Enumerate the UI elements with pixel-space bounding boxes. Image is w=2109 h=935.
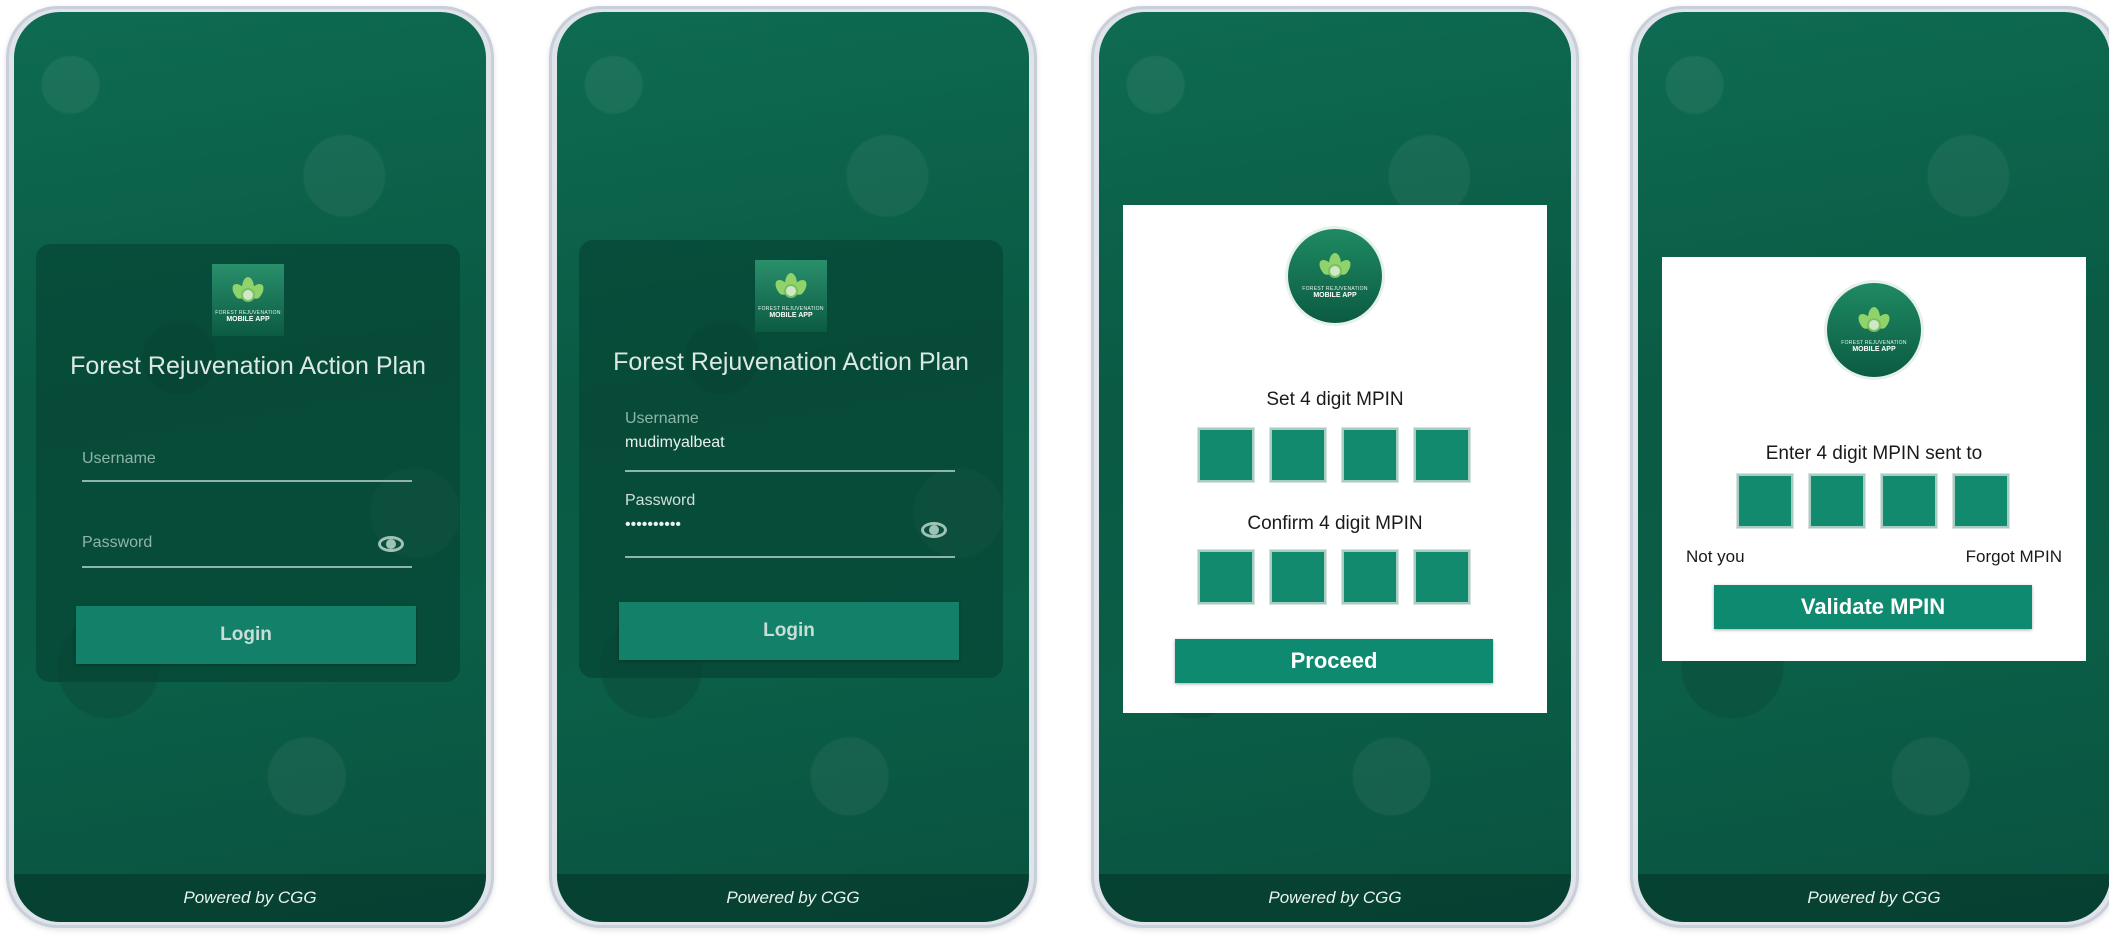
phone-login-filled: FOREST REJUVENATION MOBILE APP Forest Re…	[549, 6, 1037, 928]
username-field[interactable]: Username mudimyalbeat	[625, 410, 955, 474]
set-mpin-label: Set 4 digit MPIN	[1266, 389, 1404, 410]
phone-login-empty: FOREST REJUVENATION MOBILE APP Forest Re…	[6, 6, 494, 928]
login-button[interactable]: Login	[76, 606, 416, 664]
screen-background: FOREST REJUVENATION MOBILE APP Set 4 dig…	[1099, 12, 1571, 922]
set-mpin-panel: FOREST REJUVENATION MOBILE APP Set 4 dig…	[1123, 205, 1547, 713]
mpin-digit-input[interactable]	[1413, 427, 1471, 483]
login-button[interactable]: Login	[619, 602, 959, 660]
logo-line2: MOBILE APP	[769, 312, 813, 319]
logo-line2: MOBILE APP	[226, 316, 270, 323]
username-placeholder: Username	[82, 450, 156, 467]
mpin-digit-input[interactable]	[1197, 427, 1255, 483]
login-card: FOREST REJUVENATION MOBILE APP Forest Re…	[36, 244, 460, 682]
emblem-icon	[229, 277, 267, 307]
username-underline	[625, 470, 955, 472]
app-logo-icon: FOREST REJUVENATION MOBILE APP	[1288, 229, 1382, 323]
password-value: ••••••••••	[625, 516, 682, 533]
confirm-digit-input[interactable]	[1269, 549, 1327, 605]
page-title: Forest Rejuvenation Action Plan	[613, 348, 969, 376]
phone-set-mpin: FOREST REJUVENATION MOBILE APP Set 4 dig…	[1091, 6, 1579, 928]
mpin-digit-input[interactable]	[1341, 427, 1399, 483]
mpin-digit-input[interactable]	[1952, 473, 2010, 529]
footer-credit: Powered by CGG	[1638, 874, 2109, 922]
mpin-digit-input[interactable]	[1269, 427, 1327, 483]
mpin-digit-input[interactable]	[1880, 473, 1938, 529]
validate-mpin-button[interactable]: Validate MPIN	[1714, 585, 2032, 629]
password-placeholder: Password	[82, 534, 153, 551]
confirm-mpin-label: Confirm 4 digit MPIN	[1247, 513, 1423, 534]
username-value: mudimyalbeat	[625, 434, 725, 451]
confirm-digit-input[interactable]	[1341, 549, 1399, 605]
logo-line2: MOBILE APP	[1313, 292, 1357, 299]
eye-icon[interactable]	[921, 522, 947, 538]
screen-background: FOREST REJUVENATION MOBILE APP Enter 4 d…	[1638, 12, 2109, 922]
enter-mpin-label: Enter 4 digit MPIN sent to	[1765, 443, 1983, 464]
username-label: Username	[625, 410, 699, 427]
password-field[interactable]: Password ••••••••••	[625, 492, 955, 562]
password-underline	[625, 556, 955, 558]
mpin-digit-input[interactable]	[1808, 473, 1866, 529]
confirm-digit-input[interactable]	[1197, 549, 1255, 605]
emblem-icon	[772, 273, 810, 303]
emblem-icon	[1316, 253, 1354, 283]
username-underline	[82, 480, 412, 482]
confirm-mpin-inputs	[1197, 549, 1471, 605]
password-label: Password	[625, 492, 696, 509]
footer-credit: Powered by CGG	[1099, 874, 1571, 922]
phone-validate-mpin: FOREST REJUVENATION MOBILE APP Enter 4 d…	[1630, 6, 2109, 928]
mpin-digit-input[interactable]	[1736, 473, 1794, 529]
emblem-icon	[1855, 307, 1893, 337]
forgot-mpin-link[interactable]: Forgot MPIN	[1966, 547, 2062, 567]
login-card: FOREST REJUVENATION MOBILE APP Forest Re…	[579, 240, 1003, 678]
password-field[interactable]: Password	[82, 534, 412, 568]
eye-icon[interactable]	[378, 536, 404, 552]
logo-line2: MOBILE APP	[1852, 346, 1896, 353]
footer-credit: Powered by CGG	[14, 874, 486, 922]
app-logo-icon: FOREST REJUVENATION MOBILE APP	[755, 260, 827, 332]
password-underline	[82, 566, 412, 568]
proceed-button[interactable]: Proceed	[1175, 639, 1493, 683]
confirm-digit-input[interactable]	[1413, 549, 1471, 605]
page-title: Forest Rejuvenation Action Plan	[70, 352, 426, 380]
validate-mpin-panel: FOREST REJUVENATION MOBILE APP Enter 4 d…	[1662, 257, 2086, 661]
screen-background: FOREST REJUVENATION MOBILE APP Forest Re…	[14, 12, 486, 922]
screen-background: FOREST REJUVENATION MOBILE APP Forest Re…	[557, 12, 1029, 922]
not-you-link[interactable]: Not you	[1686, 547, 1745, 567]
app-logo-icon: FOREST REJUVENATION MOBILE APP	[212, 264, 284, 336]
app-logo-icon: FOREST REJUVENATION MOBILE APP	[1827, 283, 1921, 377]
enter-mpin-inputs	[1736, 473, 2010, 529]
set-mpin-inputs	[1197, 427, 1471, 483]
footer-credit: Powered by CGG	[557, 874, 1029, 922]
username-field[interactable]: Username	[82, 450, 412, 482]
